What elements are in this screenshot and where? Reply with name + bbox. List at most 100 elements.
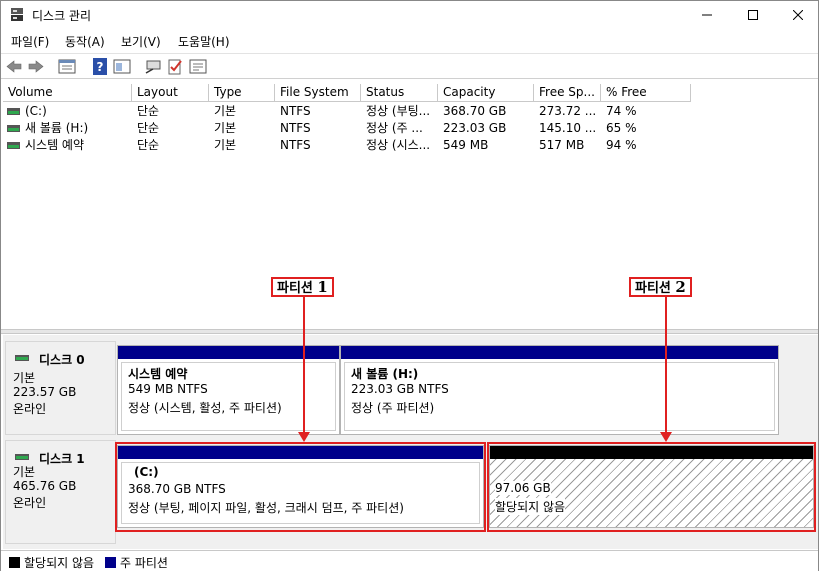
annotation-partition-2: 파티션 2 bbox=[629, 277, 692, 297]
partition-title: 새 볼륨 (H:) bbox=[351, 367, 419, 381]
column-free-space[interactable]: Free Sp... bbox=[534, 84, 601, 102]
disk-state: 온라인 bbox=[13, 402, 47, 416]
volume-icon bbox=[7, 125, 20, 132]
volume-list-header: Volume Layout Type File System Status Ca… bbox=[3, 84, 818, 102]
table-row[interactable]: 시스템 예약 단순 기본 NTFS 정상 (시스... 549 MB 517 M… bbox=[3, 137, 818, 154]
menu-action[interactable]: 동작(A) bbox=[65, 33, 105, 50]
menu-view[interactable]: 보기(V) bbox=[121, 33, 161, 50]
disk-size: 223.57 GB bbox=[13, 385, 77, 399]
annotation-partition-1: 파티션 1 bbox=[271, 277, 334, 297]
cell-type: 기본 bbox=[214, 121, 237, 135]
cell-percent-free: 74 % bbox=[606, 104, 637, 118]
disk-1-label[interactable]: 디스크 1 기본 465.76 GB 온라인 bbox=[5, 440, 116, 544]
menu-bar: 파일(F) 동작(A) 보기(V) 도움말(H) bbox=[1, 30, 818, 52]
partition-size: 223.03 GB NTFS bbox=[351, 382, 449, 396]
disk-state: 온라인 bbox=[13, 496, 47, 510]
annotation-arrowhead-2 bbox=[660, 432, 672, 442]
disk-icon bbox=[15, 355, 29, 361]
disk-management-window: 디스크 관리 파일(F) 동작(A) 보기(V) 도움말(H) ? Volume… bbox=[0, 0, 819, 571]
menu-file[interactable]: 파일(F) bbox=[11, 33, 49, 50]
cell-capacity: 368.70 GB bbox=[443, 104, 507, 118]
maximize-button[interactable] bbox=[730, 1, 776, 29]
legend-unallocated: 할당되지 않음 bbox=[24, 556, 95, 570]
annotation-number: 1 bbox=[317, 278, 328, 296]
cell-volume: (C:) bbox=[25, 104, 47, 118]
column-file-system[interactable]: File System bbox=[275, 84, 361, 102]
column-capacity[interactable]: Capacity bbox=[438, 84, 534, 102]
title-bar: 디스크 관리 bbox=[1, 1, 818, 29]
column-percent-free[interactable]: % Free bbox=[601, 84, 691, 102]
annotation-arrowhead-1 bbox=[298, 432, 310, 442]
cell-file-system: NTFS bbox=[280, 104, 311, 118]
cell-layout: 단순 bbox=[137, 104, 160, 118]
primary-partition-bar bbox=[341, 346, 778, 359]
disk-management-app-icon bbox=[11, 8, 23, 21]
annotation-box-partition-1 bbox=[115, 442, 486, 532]
cell-type: 기본 bbox=[214, 104, 237, 118]
column-layout[interactable]: Layout bbox=[132, 84, 209, 102]
partition-system-reserved[interactable]: 시스템 예약 549 MB NTFS 정상 (시스템, 활성, 주 파티션) bbox=[117, 345, 340, 435]
legend-bar: 할당되지 않음 주 파티션 bbox=[1, 550, 818, 571]
back-icon[interactable] bbox=[5, 58, 23, 75]
cell-volume: 시스템 예약 bbox=[25, 138, 85, 152]
annotation-box-partition-2 bbox=[487, 442, 816, 532]
column-volume[interactable]: Volume bbox=[3, 84, 132, 102]
partition-new-volume-h[interactable]: 새 볼륨 (H:) 223.03 GB NTFS 정상 (주 파티션) bbox=[340, 345, 779, 435]
forward-icon[interactable] bbox=[27, 58, 45, 75]
window-title: 디스크 관리 bbox=[32, 9, 92, 23]
cell-percent-free: 94 % bbox=[606, 138, 637, 152]
unallocated-swatch bbox=[9, 557, 20, 568]
annotation-text: 파티션 bbox=[277, 281, 313, 296]
menu-help[interactable]: 도움말(H) bbox=[178, 33, 230, 50]
annotation-arrow-1 bbox=[303, 296, 305, 434]
minimize-icon bbox=[702, 14, 712, 16]
annotation-number: 2 bbox=[675, 278, 686, 296]
column-type[interactable]: Type bbox=[209, 84, 275, 102]
disk-0-label[interactable]: 디스크 0 기본 223.57 GB 온라인 bbox=[5, 341, 116, 435]
cell-capacity: 549 MB bbox=[443, 138, 489, 152]
properties-icon[interactable] bbox=[58, 58, 76, 75]
annotation-arrow-2 bbox=[665, 296, 667, 434]
minimize-button[interactable] bbox=[684, 1, 730, 29]
partition-title: 시스템 예약 bbox=[128, 367, 188, 381]
volume-icon bbox=[7, 108, 20, 115]
partition-status: 정상 (주 파티션) bbox=[351, 401, 435, 415]
cell-status: 정상 (시스... bbox=[366, 138, 431, 152]
cell-layout: 단순 bbox=[137, 121, 160, 135]
cell-free-space: 273.72 ... bbox=[539, 104, 597, 118]
close-icon bbox=[793, 10, 803, 20]
disk-kind: 기본 bbox=[13, 465, 36, 479]
disk-name: 디스크 0 bbox=[39, 353, 85, 367]
cell-free-space: 517 MB bbox=[539, 138, 585, 152]
maximize-icon bbox=[748, 10, 758, 20]
cell-volume: 새 볼륨 (H:) bbox=[25, 121, 89, 135]
cell-free-space: 145.10 ... bbox=[539, 121, 597, 135]
cell-file-system: NTFS bbox=[280, 138, 311, 152]
cell-status: 정상 (주 ... bbox=[366, 121, 423, 135]
svg-text:?: ? bbox=[97, 60, 104, 74]
volume-icon bbox=[7, 142, 20, 149]
cell-layout: 단순 bbox=[137, 138, 160, 152]
close-button[interactable] bbox=[775, 1, 819, 29]
cell-capacity: 223.03 GB bbox=[443, 121, 507, 135]
pane-splitter[interactable] bbox=[1, 329, 818, 334]
primary-partition-swatch bbox=[105, 557, 116, 568]
connect-icon[interactable] bbox=[144, 58, 162, 75]
disk-size: 465.76 GB bbox=[13, 479, 77, 493]
check-icon[interactable] bbox=[166, 58, 184, 75]
partition-size: 549 MB NTFS bbox=[128, 382, 208, 396]
cell-type: 기본 bbox=[214, 138, 237, 152]
partition-status: 정상 (시스템, 활성, 주 파티션) bbox=[128, 401, 282, 415]
cell-file-system: NTFS bbox=[280, 121, 311, 135]
toolbar: ? bbox=[1, 53, 818, 79]
primary-partition-bar bbox=[118, 346, 339, 359]
settings-icon[interactable] bbox=[189, 58, 207, 75]
cell-percent-free: 65 % bbox=[606, 121, 637, 135]
help-icon[interactable]: ? bbox=[91, 58, 109, 75]
show-hide-icon[interactable] bbox=[113, 58, 131, 75]
disk-name: 디스크 1 bbox=[39, 452, 85, 466]
column-status[interactable]: Status bbox=[361, 84, 438, 102]
table-row[interactable]: 새 볼륨 (H:) 단순 기본 NTFS 정상 (주 ... 223.03 GB… bbox=[3, 120, 818, 137]
annotation-text: 파티션 bbox=[635, 281, 671, 296]
table-row[interactable]: (C:) 단순 기본 NTFS 정상 (부팅... 368.70 GB 273.… bbox=[3, 103, 818, 120]
